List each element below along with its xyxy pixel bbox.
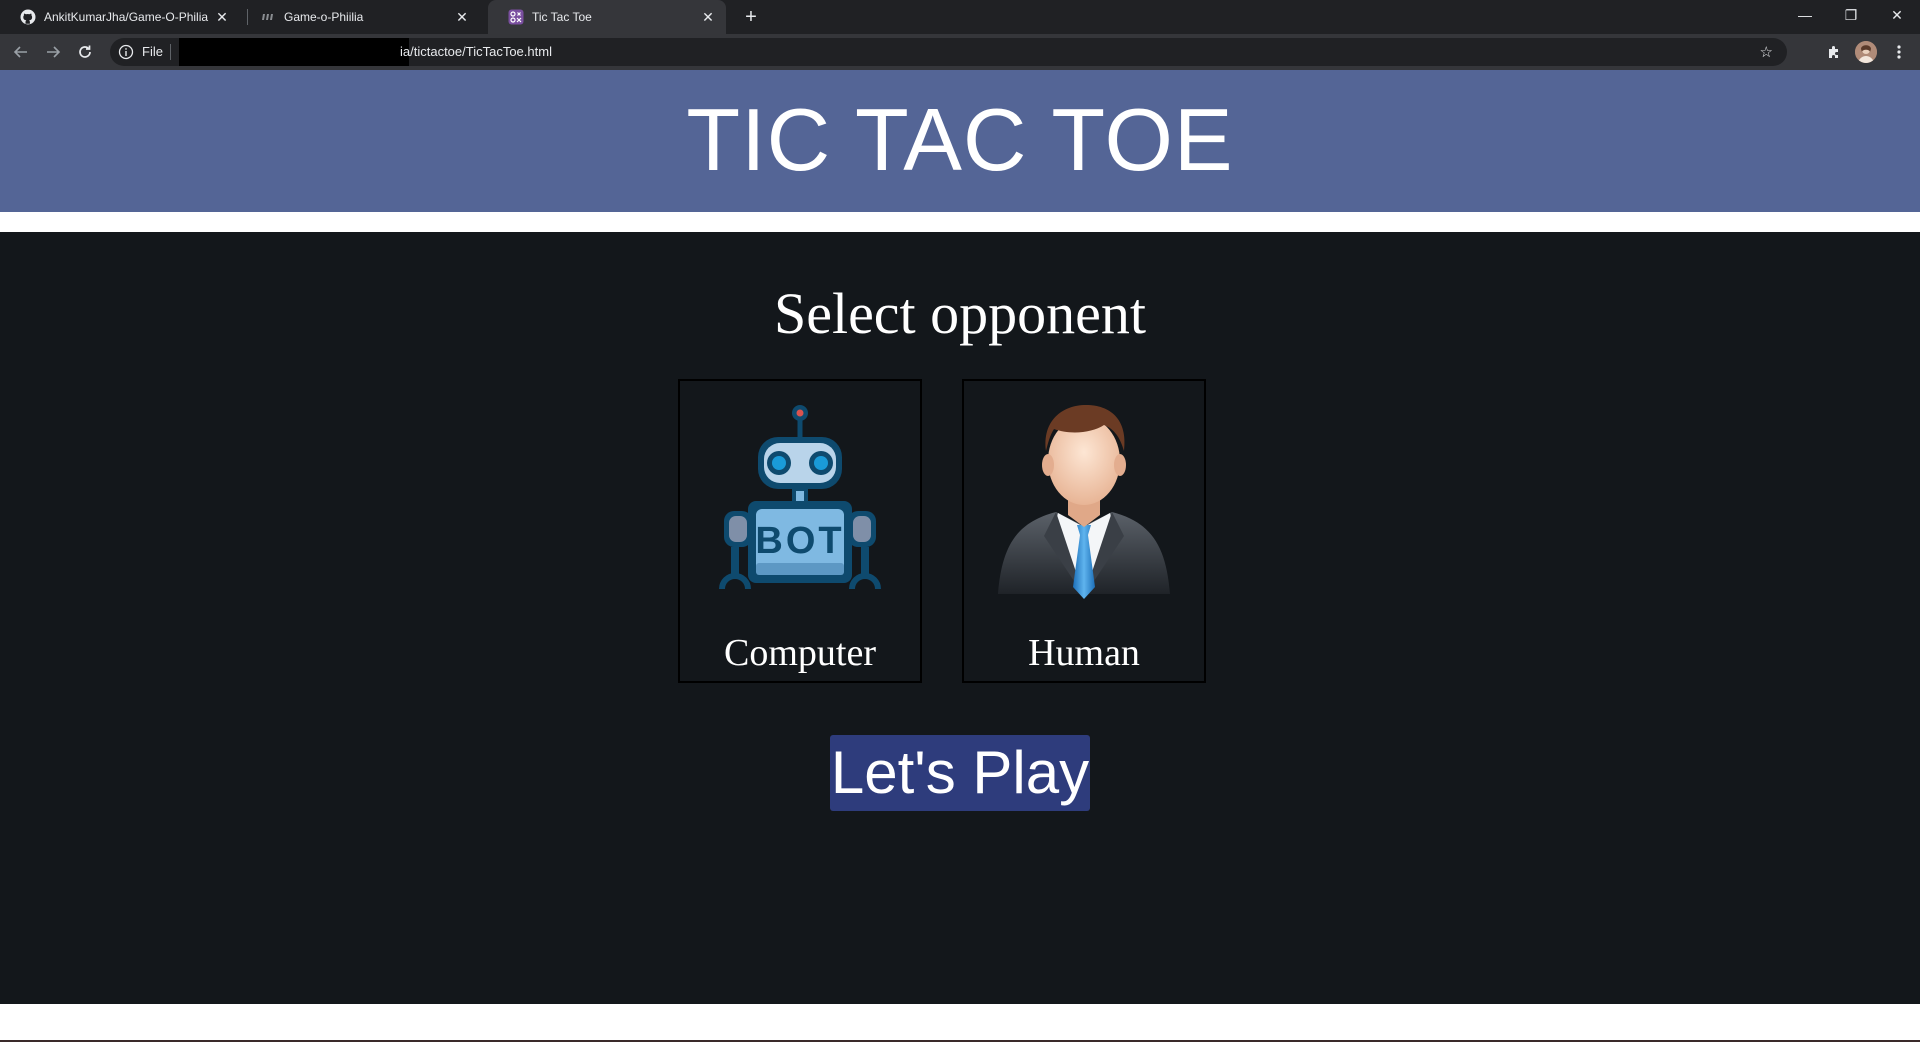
game-icon [260,9,276,25]
bookmark-star-icon[interactable]: ☆ [1760,43,1773,61]
tab-tic-tac-toe[interactable]: Tic Tac Toe ✕ [488,0,726,34]
tab-title: AnkitKumarJha/Game-O-Philia [44,10,209,24]
back-button[interactable] [9,40,33,64]
page-header: TIC TAC TOE [0,70,1920,212]
browser-menu-icon[interactable] [1887,40,1911,64]
minimize-button[interactable]: — [1782,0,1828,30]
redacted-path [179,38,409,66]
forward-arrow-icon [47,46,61,58]
info-icon[interactable] [118,44,134,60]
browser-toolbar: File ia/tictactoe/TicTacToe.html ☆ [0,34,1920,70]
address-divider [170,44,171,60]
robot-bot-text: BOT [755,520,844,562]
tab-strip: AnkitKumarJha/Game-O-Philia ✕ Game-o-Phi… [0,0,1920,34]
opponent-label-human: Human [1028,632,1140,674]
scheme-label: File [142,44,163,59]
reload-button[interactable] [73,40,97,64]
businessman-avatar-icon [984,399,1184,609]
forward-button[interactable] [41,40,65,64]
opponent-label-computer: Computer [724,632,876,674]
tab-game-o-philia[interactable]: Game-o-Phiilia ✕ [240,0,480,34]
select-opponent-heading: Select opponent [773,281,1147,346]
close-window-button[interactable]: ✕ [1874,0,1920,30]
robot-bot-icon: BOT [700,399,900,609]
address-bar[interactable]: File ia/tictactoe/TicTacToe.html ☆ [110,38,1787,66]
extensions-puzzle-icon[interactable] [1822,40,1846,64]
page-footer-area [0,1004,1920,1040]
profile-avatar[interactable] [1855,41,1877,63]
reload-icon [79,45,91,58]
tab-github[interactable]: AnkitKumarJha/Game-O-Philia ✕ [0,0,240,34]
restore-button[interactable]: ❐ [1828,0,1874,30]
lets-play-button[interactable]: Let's Play [830,735,1090,811]
tab-close-icon[interactable]: ✕ [214,9,230,25]
opponent-card-human[interactable]: Human [962,379,1206,683]
tictactoe-icon [508,9,524,25]
header-spacer [0,212,1920,232]
tab-close-icon[interactable]: ✕ [700,9,716,25]
tab-title: Tic Tac Toe [532,10,592,24]
tab-close-icon[interactable]: ✕ [454,9,470,25]
page-title: TIC TAC TOE [686,90,1234,189]
main-content: Select opponent BOT Computer Human Let's… [0,232,1920,1004]
new-tab-button[interactable]: + [739,5,763,29]
opponent-card-computer[interactable]: BOT Computer [678,379,922,683]
back-arrow-icon [13,46,27,58]
url-text[interactable]: ia/tictactoe/TicTacToe.html [400,44,552,59]
github-icon [20,9,36,25]
tab-title: Game-o-Phiilia [284,10,364,24]
